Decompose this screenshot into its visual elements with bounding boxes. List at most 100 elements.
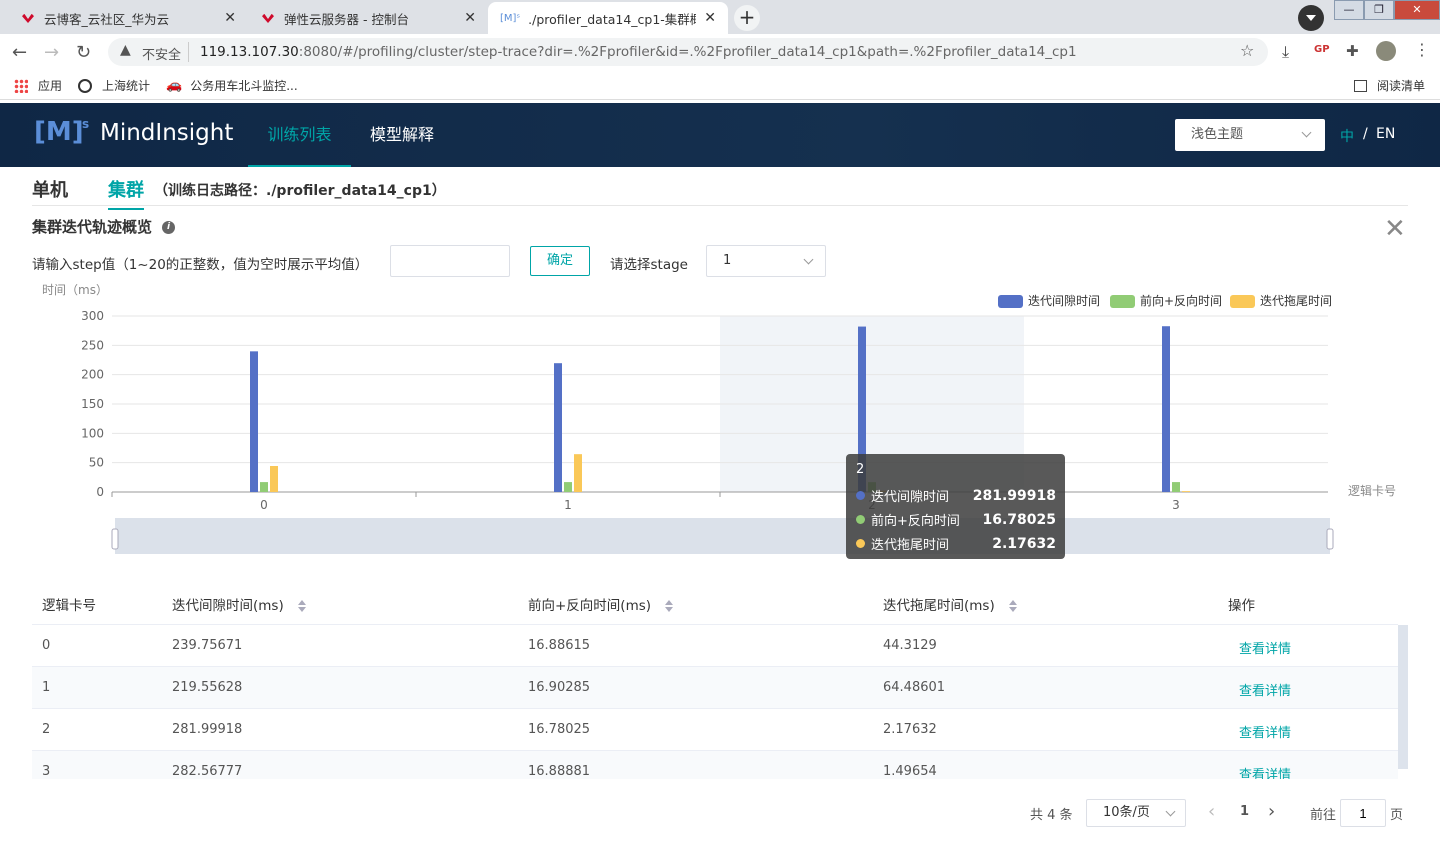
tab-single[interactable]: 单机 — [32, 176, 68, 202]
zoom-track[interactable] — [115, 518, 1330, 554]
theme-select[interactable]: 浅色主题 — [1175, 119, 1325, 151]
x-tick-label: 3 — [1172, 498, 1180, 512]
profile-menu-icon[interactable] — [1298, 5, 1324, 31]
column-header-action: 操作 — [1228, 598, 1255, 614]
security-label[interactable]: 不安全 — [142, 44, 181, 63]
cell-rank: 3 — [42, 764, 51, 779]
reading-list-button[interactable]: 阅读清单 — [1354, 77, 1425, 94]
car-icon: 🚗 — [166, 78, 183, 93]
prev-page-button[interactable]: ‹ — [1208, 801, 1215, 822]
avatar[interactable] — [1376, 41, 1396, 61]
logo-text: MindInsight — [100, 120, 234, 146]
back-icon[interactable]: ← — [12, 42, 27, 63]
view-details-link[interactable]: 查看详情 — [1239, 638, 1291, 657]
lang-en[interactable]: EN — [1376, 126, 1395, 142]
close-tab-icon[interactable]: ✕ — [704, 10, 716, 26]
tooltip-row: 前向+反向时间 16.78025 — [856, 510, 1056, 529]
next-page-button[interactable]: › — [1268, 801, 1275, 822]
browser-tab-2[interactable]: 弹性云服务器 - 控制台 ✕ — [248, 2, 488, 34]
warning-icon[interactable]: ▲ — [120, 42, 131, 58]
reload-icon[interactable]: ↻ — [76, 42, 91, 63]
close-tab-icon[interactable]: ✕ — [224, 10, 236, 26]
bookmark-vehicle-monitor[interactable]: 🚗 公务用车北斗监控... — [166, 77, 298, 94]
cell-rank: 2 — [42, 722, 51, 737]
stage-select[interactable]: 1 — [706, 245, 826, 277]
bookmark-label: 上海统计 — [102, 79, 151, 93]
table-row: 1 219.55628 16.90285 64.48601 查看详情 — [32, 667, 1398, 709]
step-trace-bar-chart[interactable]: 时间（ms） 逻辑卡号 300 250 200 150 100 50 0 0 1 2 3 迭代间隙… — [0, 280, 1440, 565]
column-header-tail[interactable]: 迭代拖尾时间(ms) — [883, 594, 1017, 614]
url-field[interactable]: ▲ 不安全 119.13.107.30:8080/#/profiling/clu… — [108, 38, 1268, 66]
close-window-icon[interactable]: ✕ — [1394, 0, 1440, 20]
view-details-link[interactable]: 查看详情 — [1239, 764, 1291, 779]
huawei-logo-icon — [20, 12, 36, 24]
lang-zh[interactable]: 中 — [1340, 126, 1354, 146]
table-body[interactable]: 0 239.75671 16.88615 44.3129 查看详情 1 219.… — [0, 625, 1440, 779]
url-text[interactable]: 119.13.107.30:8080/#/profiling/cluster/s… — [200, 44, 1077, 60]
tooltip-row: 迭代间隙时间 281.99918 — [856, 486, 1056, 505]
stage-value: 1 — [723, 253, 732, 268]
forward-icon[interactable]: → — [44, 42, 59, 63]
table-scrollbar[interactable] — [1398, 625, 1408, 769]
chart-legend[interactable]: 迭代间隙时间 前向+反向时间 迭代拖尾时间 — [998, 293, 1332, 308]
cell-gap: 282.56777 — [172, 764, 243, 779]
close-icon[interactable]: ✕ — [1384, 214, 1406, 244]
tooltip-title: 2 — [856, 462, 865, 477]
info-icon[interactable]: i — [162, 221, 175, 234]
page-unit-label: 页 — [1390, 808, 1404, 823]
theme-value: 浅色主题 — [1191, 127, 1244, 142]
bookmark-apps[interactable]: 应用 — [14, 77, 62, 94]
bookmarks-bar: 应用 上海统计 🚗 公务用车北斗监控... 阅读清单 — [0, 70, 1440, 100]
logo-mark: [M] — [34, 117, 84, 147]
nav-training-list[interactable]: 训练列表 — [248, 103, 351, 167]
x-tick-label: 1 — [564, 498, 572, 512]
bookmark-star-icon[interactable]: ☆ — [1240, 41, 1254, 60]
x-tick-label: 0 — [260, 498, 268, 512]
nav-model-explain[interactable]: 模型解释 — [370, 103, 434, 167]
minimize-window-icon[interactable]: — — [1334, 0, 1364, 20]
sort-icon[interactable] — [297, 600, 306, 612]
reading-list-icon — [1354, 79, 1367, 92]
maximize-window-icon[interactable]: ❐ — [1364, 0, 1394, 20]
lang-separator: / — [1363, 126, 1368, 142]
page-number-current[interactable]: 1 — [1240, 804, 1249, 819]
sort-icon[interactable] — [665, 600, 674, 612]
cell-rank: 0 — [42, 638, 51, 653]
view-details-link[interactable]: 查看详情 — [1239, 722, 1291, 741]
mindinsight-favicon-icon: [M]ˢ — [500, 12, 521, 24]
tooltip-label: 迭代拖尾时间 — [871, 538, 950, 553]
bar-2-1 — [574, 454, 582, 492]
column-header-gap[interactable]: 迭代间隙时间(ms) — [172, 594, 306, 614]
view-details-link[interactable]: 查看详情 — [1239, 680, 1291, 699]
data-zoom-slider[interactable] — [111, 518, 1334, 554]
tooltip-value: 16.78025 — [982, 511, 1056, 528]
step-input[interactable] — [390, 245, 510, 277]
y-axis-label: 时间（ms） — [42, 283, 108, 297]
bar-1-3 — [1172, 482, 1180, 492]
cell-tail: 64.48601 — [883, 680, 946, 695]
new-tab-button[interactable]: + — [734, 5, 760, 31]
column-header-fb[interactable]: 前向+反向时间(ms) — [528, 594, 674, 614]
zoom-handle-right[interactable] — [1326, 528, 1334, 550]
y-tick-label: 150 — [81, 397, 104, 411]
close-tab-icon[interactable]: ✕ — [464, 10, 476, 26]
page-size-select[interactable]: 10条/页 — [1086, 799, 1186, 827]
goto-page-input[interactable] — [1340, 799, 1386, 827]
page-size-value: 10条/页 — [1103, 805, 1150, 820]
huawei-logo-icon — [260, 12, 276, 24]
download-icon[interactable]: ⤓ — [1282, 42, 1289, 62]
y-axis-ticks: 300 250 200 150 100 50 0 — [81, 309, 104, 499]
chevron-down-icon — [1165, 806, 1176, 817]
section-title: 集群迭代轨迹概览 — [32, 218, 153, 236]
bar-1-1 — [564, 482, 572, 492]
bookmark-shanghai-stats[interactable]: 上海统计 — [78, 77, 150, 94]
y-tick-label: 50 — [89, 456, 104, 470]
puzzle-extensions-icon[interactable]: ✚ — [1346, 42, 1359, 60]
extension-icon[interactable]: GP — [1314, 44, 1330, 55]
more-menu-icon[interactable]: ⋮ — [1414, 40, 1430, 59]
browser-tab-1[interactable]: 云博客_云社区_华为云 ✕ — [8, 2, 248, 34]
browser-tab-active[interactable]: [M]ˢ ./profiler_data14_cp1-集群概览 ✕ — [488, 2, 728, 34]
zoom-handle-left[interactable] — [111, 528, 119, 550]
confirm-button[interactable]: 确定 — [530, 246, 590, 276]
sort-icon[interactable] — [1008, 600, 1017, 612]
